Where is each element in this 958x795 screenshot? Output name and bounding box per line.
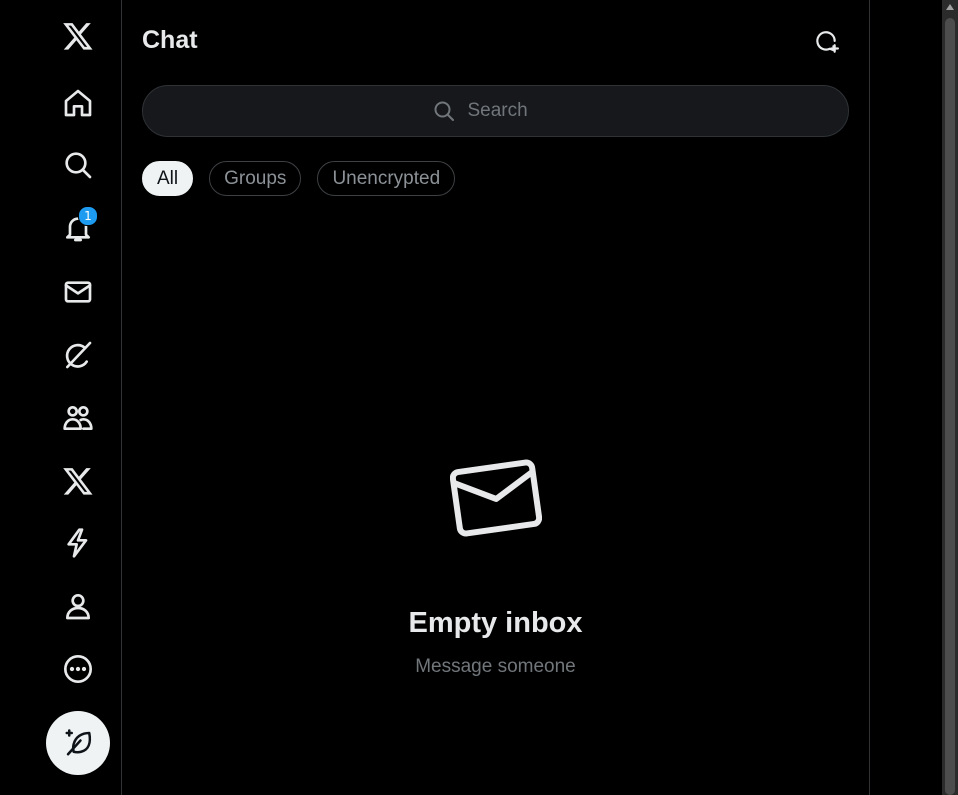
scroll-thumb[interactable] <box>945 18 955 795</box>
lightning-icon <box>67 528 88 558</box>
nav-notifications[interactable]: 1 <box>56 206 100 250</box>
premium-icon <box>63 468 93 495</box>
home-icon <box>64 89 92 117</box>
filter-all[interactable]: All <box>142 161 194 196</box>
filter-unencrypted[interactable]: Unencrypted <box>317 161 456 196</box>
chat-panel: Chat All Groups Unencrypted <box>122 0 870 795</box>
app-window: 1 Chat Search All Groups Unencrypted Emp… <box>0 0 958 795</box>
nav-profile[interactable] <box>56 584 100 628</box>
envelope-icon <box>449 459 542 537</box>
filter-groups[interactable]: Groups <box>209 161 302 196</box>
search-icon <box>65 152 92 179</box>
empty-state: Empty inbox Message someone <box>122 455 869 678</box>
nav-lightning[interactable] <box>56 521 100 565</box>
nav-explore[interactable] <box>56 143 100 187</box>
compose-post-button[interactable] <box>46 711 110 775</box>
filter-tabs: All Groups Unencrypted <box>142 161 456 196</box>
new-chat-button[interactable] <box>808 24 844 60</box>
grok-icon <box>65 341 92 369</box>
new-chat-icon <box>816 31 839 53</box>
nav-premium[interactable] <box>56 459 100 503</box>
page-title: Chat <box>142 26 198 54</box>
notification-badge: 1 <box>78 206 98 226</box>
nav-more[interactable] <box>56 647 100 691</box>
compose-post-icon <box>65 729 92 756</box>
nav-home[interactable] <box>56 81 100 125</box>
empty-inbox-title: Empty inbox <box>408 607 583 639</box>
vertical-scrollbar[interactable] <box>942 0 958 795</box>
sidebar-nav: 1 <box>0 0 122 795</box>
profile-icon <box>66 594 90 620</box>
x-logo-link[interactable] <box>56 14 100 58</box>
communities-icon <box>63 406 93 430</box>
nav-messages[interactable] <box>56 270 100 314</box>
search-input[interactable] <box>465 99 560 123</box>
more-icon <box>64 655 92 683</box>
nav-grok[interactable] <box>56 333 100 377</box>
x-logo-icon <box>63 23 93 50</box>
search-box[interactable] <box>142 85 849 137</box>
scroll-up-arrow[interactable] <box>946 4 954 10</box>
empty-inbox-subtitle: Message someone <box>415 656 576 677</box>
messages-icon <box>64 281 92 303</box>
search-icon <box>434 101 454 121</box>
nav-communities[interactable] <box>56 396 100 440</box>
